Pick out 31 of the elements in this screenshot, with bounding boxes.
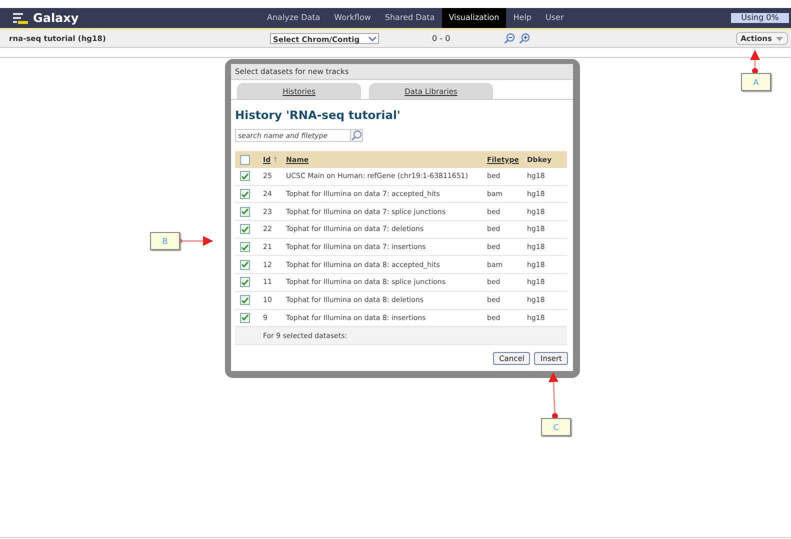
history-heading: History 'RNA-seq tutorial' [235, 107, 402, 124]
usage-meter: Using 0% [731, 13, 789, 23]
zoom-out-icon[interactable] [504, 33, 515, 44]
callout-arrow [750, 50, 760, 74]
range-label: 0 - 0 [432, 34, 452, 43]
callout-label: B [150, 232, 180, 250]
row-checkbox[interactable] [240, 189, 250, 200]
row-checkbox[interactable] [240, 242, 250, 252]
row-checkbox[interactable] [240, 277, 250, 288]
row-checkbox[interactable] [240, 224, 250, 234]
galaxy-logo-icon [13, 12, 29, 24]
nav-tab[interactable]: Shared Data [378, 8, 442, 28]
callout-label: C [541, 418, 571, 436]
row-checkbox[interactable] [240, 312, 250, 323]
nav-tab[interactable]: Help [506, 8, 538, 28]
callout-label: A [741, 73, 771, 91]
nav-tab[interactable]: Analyze Data [260, 8, 328, 28]
callout-arrow [548, 372, 558, 419]
select-all-checkbox[interactable] [240, 154, 250, 164]
chevron-down-icon [368, 36, 376, 42]
nav-tab[interactable]: Workflow [327, 8, 378, 28]
search-icon[interactable] [351, 130, 362, 141]
zoom-in-icon[interactable] [519, 33, 530, 44]
caret-icon [776, 36, 783, 40]
row-checkbox[interactable] [240, 206, 250, 217]
nav-tab[interactable]: Visualization [442, 8, 506, 28]
row-checkbox[interactable] [240, 260, 250, 270]
row-checkbox[interactable] [240, 171, 250, 182]
row-checkbox[interactable] [240, 295, 250, 306]
nav-tab[interactable]: User [538, 8, 571, 28]
brand-name[interactable]: Galaxy [33, 11, 79, 25]
